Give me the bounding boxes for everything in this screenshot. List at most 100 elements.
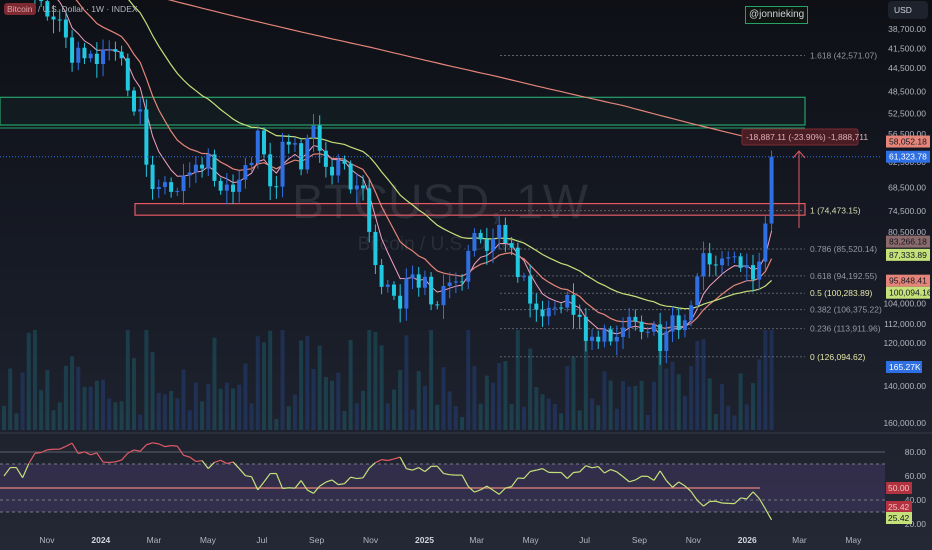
candle[interactable] (336, 160, 341, 176)
candle[interactable] (243, 165, 248, 180)
candle[interactable] (509, 243, 514, 248)
candle[interactable] (435, 304, 440, 306)
candle[interactable] (695, 276, 700, 306)
candle[interactable] (175, 191, 180, 193)
candle[interactable] (348, 163, 353, 190)
candle[interactable] (150, 164, 155, 190)
candle[interactable] (732, 256, 737, 258)
candle[interactable] (187, 172, 192, 176)
candle[interactable] (559, 307, 564, 309)
candle[interactable] (583, 316, 588, 341)
candle[interactable] (645, 331, 650, 333)
candle[interactable] (280, 141, 285, 187)
candle[interactable] (552, 307, 557, 309)
candle[interactable] (367, 188, 372, 232)
candle[interactable] (373, 231, 378, 266)
candle[interactable] (261, 130, 266, 155)
candle[interactable] (82, 47, 87, 59)
candle[interactable] (726, 257, 731, 259)
candle[interactable] (534, 303, 539, 310)
candle[interactable] (354, 185, 359, 190)
candle[interactable] (131, 90, 136, 112)
candle[interactable] (51, 16, 56, 20)
candle[interactable] (76, 47, 81, 63)
candle[interactable] (156, 187, 161, 190)
candle[interactable] (472, 232, 477, 251)
candle[interactable] (125, 58, 130, 91)
candle[interactable] (453, 281, 458, 283)
candle[interactable] (311, 125, 316, 138)
candle[interactable] (590, 336, 595, 341)
candle[interactable] (608, 329, 613, 342)
candle[interactable] (769, 156, 774, 224)
ma-slow-line[interactable] (4, 0, 773, 310)
candle[interactable] (633, 316, 638, 322)
candle[interactable] (466, 250, 471, 282)
candle[interactable] (317, 125, 322, 151)
candle[interactable] (528, 276, 533, 304)
candle[interactable] (713, 264, 718, 266)
candle[interactable] (255, 130, 260, 163)
chart-stage[interactable]: BTCUSD, 1W Bitcoin / U.S. Dollar 1.618 (42… (0, 0, 932, 550)
candle[interactable] (707, 253, 712, 265)
candle[interactable] (447, 282, 452, 286)
candle[interactable] (101, 49, 106, 64)
candle[interactable] (664, 331, 669, 352)
candle[interactable] (621, 327, 625, 337)
candle[interactable] (478, 232, 483, 240)
candle[interactable] (757, 261, 762, 280)
candle[interactable] (57, 19, 62, 21)
candle[interactable] (305, 137, 310, 170)
candle[interactable] (224, 184, 229, 191)
candle[interactable] (689, 305, 694, 321)
candle[interactable] (323, 150, 328, 167)
candle[interactable] (342, 160, 347, 164)
candle[interactable] (200, 164, 205, 169)
candle[interactable] (720, 258, 725, 266)
candle[interactable] (70, 37, 75, 63)
candle[interactable] (231, 184, 236, 192)
candle[interactable] (596, 336, 601, 342)
candle[interactable] (639, 321, 644, 332)
candle[interactable] (404, 278, 409, 309)
candle[interactable] (138, 109, 143, 112)
candle[interactable] (429, 276, 434, 305)
candle[interactable] (119, 51, 124, 59)
candle[interactable] (503, 224, 508, 244)
candle[interactable] (94, 53, 99, 64)
candle[interactable] (540, 309, 545, 317)
candle[interactable] (750, 265, 755, 280)
red-zone[interactable] (134, 202, 806, 216)
candle[interactable] (682, 320, 687, 331)
candle[interactable] (763, 223, 768, 262)
candle[interactable] (651, 324, 656, 332)
candle[interactable] (577, 314, 582, 317)
candle[interactable] (497, 224, 502, 239)
candle[interactable] (441, 285, 446, 306)
candle[interactable] (738, 256, 743, 268)
candle[interactable] (676, 315, 681, 331)
candle[interactable] (268, 154, 273, 187)
candle[interactable] (515, 247, 520, 278)
candle[interactable] (162, 182, 167, 188)
candle[interactable] (484, 239, 489, 251)
candle[interactable] (391, 284, 396, 296)
candle[interactable] (385, 284, 390, 287)
candle[interactable] (627, 316, 632, 328)
candle[interactable] (212, 154, 217, 181)
candle[interactable] (299, 143, 304, 170)
candle[interactable] (565, 294, 570, 308)
candle[interactable] (107, 49, 112, 51)
symbol-badge[interactable]: Bitcoin (4, 3, 36, 15)
candle[interactable] (181, 175, 186, 192)
candle[interactable] (193, 164, 198, 173)
candle[interactable] (398, 295, 403, 309)
candle[interactable] (113, 49, 118, 52)
candle[interactable] (416, 274, 421, 288)
candle[interactable] (274, 186, 279, 188)
candle[interactable] (88, 53, 93, 59)
candle[interactable] (286, 141, 291, 145)
candle[interactable] (39, 0, 44, 2)
candle[interactable] (169, 182, 174, 192)
candle[interactable] (237, 179, 242, 192)
